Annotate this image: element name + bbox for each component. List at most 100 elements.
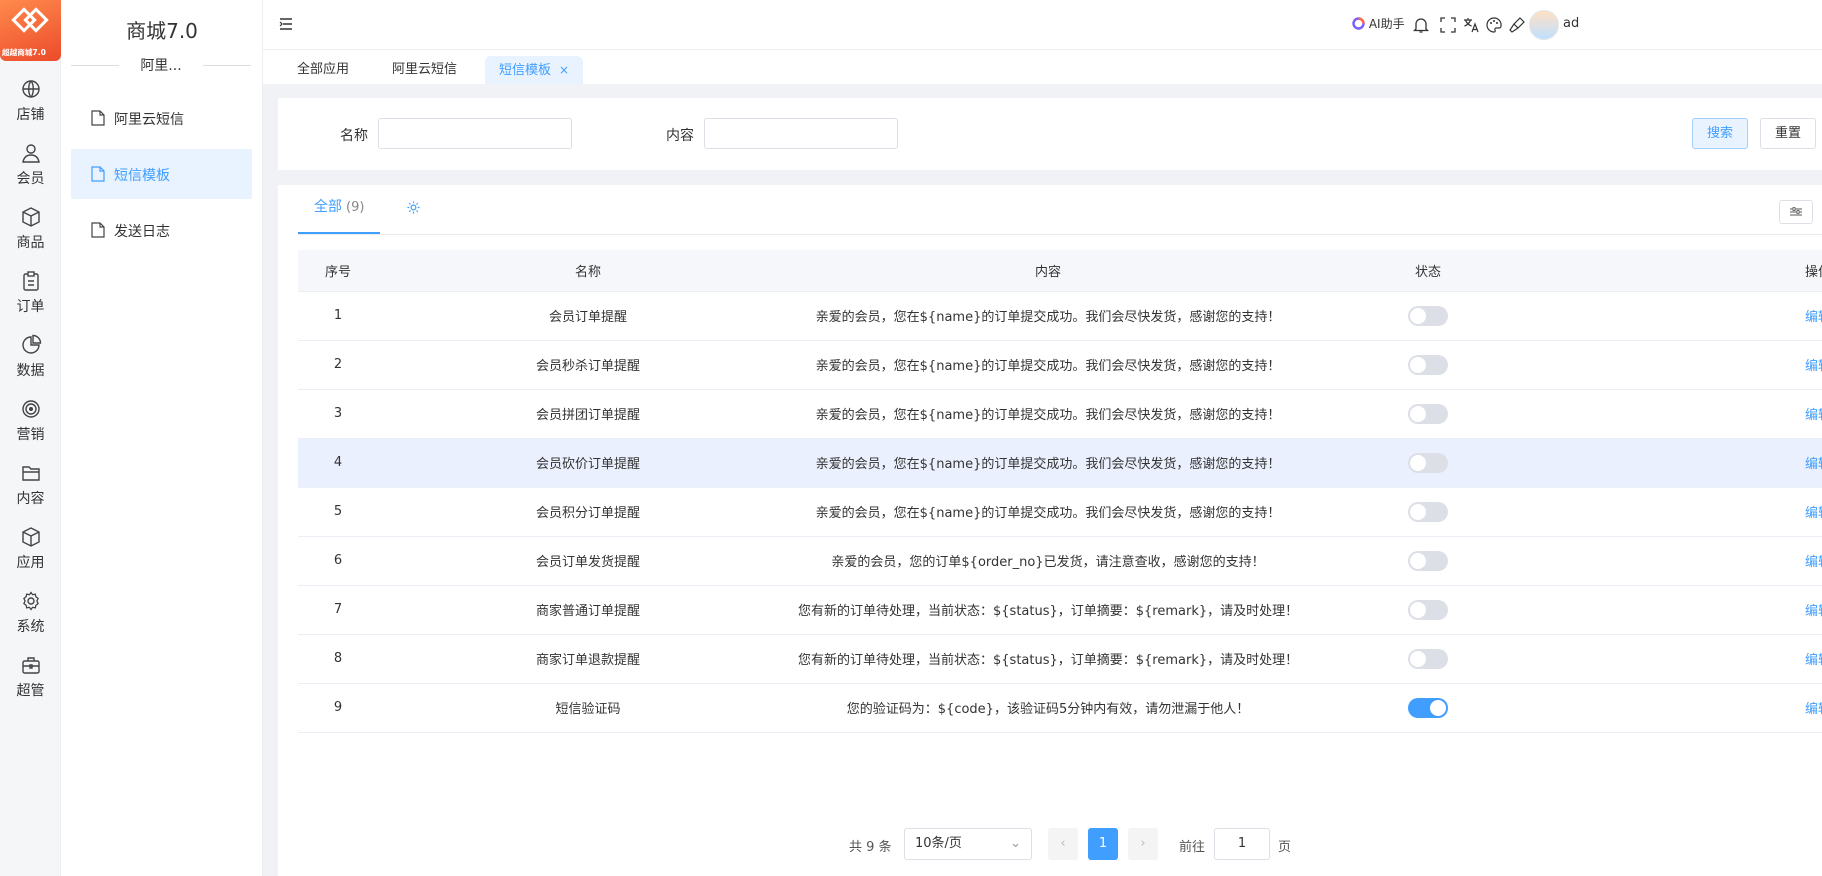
table-row[interactable]: 2 会员秒杀订单提醒 亲爱的会员，您在${name}的订单提交成功。我们会尽快发货，…: [298, 340, 1822, 390]
tab-sms-template[interactable]: 短信模板 ×: [485, 56, 584, 84]
tab-aliyun-sms[interactable]: 阿里云短信: [378, 56, 471, 84]
col-header-actions: 操作: [1558, 250, 1822, 292]
icon-rail: 超越商城7.0 店铺 会员商品订单 数据 营销内容应用系统超管: [0, 0, 61, 876]
status-toggle[interactable]: [1408, 305, 1448, 326]
table-row[interactable]: 7 商家普通订单提醒 您有新的订单待处理，当前状态：${status}，订单摘要：$…: [298, 585, 1822, 635]
template-list-card: 全部 (9) 序号 名称 内容 状态 操 1 会员订单提醒 亲爱的会员，您在${…: [278, 185, 1822, 876]
cell-status: [1298, 536, 1558, 586]
sliders-icon: [1790, 207, 1802, 216]
rail-item-1[interactable]: 店铺: [0, 78, 61, 138]
cell-name: 会员秒杀订单提醒: [378, 340, 798, 390]
table-row[interactable]: 5 会员积分订单提醒 亲爱的会员，您在${name}的订单提交成功。我们会尽快发货，…: [298, 487, 1822, 537]
rail-item-2[interactable]: 会员: [0, 142, 61, 202]
name-filter-input[interactable]: [378, 118, 572, 149]
status-toggle[interactable]: [1408, 697, 1448, 718]
translate-icon[interactable]: [1462, 16, 1480, 34]
chevron-down-icon: ⌄: [1010, 836, 1021, 851]
cell-name: 会员订单提醒: [378, 291, 798, 341]
search-button[interactable]: 搜索: [1692, 118, 1749, 149]
cell-name: 会员拼团订单提醒: [378, 389, 798, 439]
cell-status: [1298, 487, 1558, 537]
gear-icon: [22, 591, 39, 611]
status-toggle[interactable]: [1408, 403, 1448, 424]
sidebar-item-3[interactable]: 发送日志: [71, 205, 252, 255]
edit-link[interactable]: 编辑: [1805, 457, 1822, 472]
fullscreen-icon[interactable]: [1439, 16, 1457, 34]
page-size-select[interactable]: 10条/页 ⌄: [904, 828, 1032, 860]
rail-item-10[interactable]: 超管: [0, 654, 61, 714]
folder-icon: [21, 466, 40, 481]
prev-page-button[interactable]: ‹: [1048, 828, 1078, 860]
sidebar-item-1[interactable]: 阿里云短信: [71, 93, 252, 143]
content-filter-input[interactable]: [704, 118, 898, 149]
rail-item-8[interactable]: 应用: [0, 526, 61, 586]
status-toggle[interactable]: [1408, 648, 1448, 669]
column-filter-button[interactable]: [1779, 200, 1813, 224]
user-name[interactable]: ad: [1563, 16, 1579, 31]
pagination: 共 9 条 10条/页 ⌄ ‹ 1 › 前往 1 页: [278, 828, 1822, 860]
table-row[interactable]: 6 会员订单发货提醒 亲爱的会员，您的订单${order_no}已发货，请注意查收，…: [298, 536, 1822, 586]
search-panel: 名称 内容 搜索 重置: [278, 98, 1822, 170]
goto-page-input[interactable]: 1: [1214, 828, 1270, 860]
sidebar-item-2[interactable]: 短信模板: [71, 149, 252, 199]
status-toggle[interactable]: [1408, 501, 1448, 522]
rail-item-6[interactable]: 营销: [0, 398, 61, 458]
cell-content: 亲爱的会员，您在${name}的订单提交成功。我们会尽快发货，感谢您的支持！: [798, 291, 1298, 341]
pie-chart-icon: [21, 334, 41, 354]
rail-item-label: 商品: [16, 235, 45, 251]
sidebar-group-header: 阿里...: [71, 55, 251, 77]
edit-link[interactable]: 编辑: [1805, 506, 1822, 521]
edit-link[interactable]: 编辑: [1805, 604, 1822, 619]
tab-settings-gear-icon[interactable]: [406, 200, 421, 215]
edit-link[interactable]: 编辑: [1805, 359, 1822, 374]
clipboard-icon: [22, 271, 39, 291]
col-header-status: 状态: [1298, 250, 1558, 292]
cell-no: 3: [298, 389, 378, 439]
rail-item-label: 内容: [16, 491, 45, 507]
user-avatar[interactable]: [1529, 10, 1559, 40]
cell-actions: 编辑测试: [1558, 585, 1822, 635]
document-icon: [91, 110, 105, 126]
table-row[interactable]: 9 短信验证码 您的验证码为：${code}，该验证码5分钟内有效，请勿泄漏于他人！…: [298, 683, 1822, 733]
cell-actions: 编辑测试: [1558, 536, 1822, 586]
rail-item-4[interactable]: 订单: [0, 270, 61, 330]
cell-content: 亲爱的会员，您在${name}的订单提交成功。我们会尽快发货，感谢您的支持！: [798, 438, 1298, 488]
status-toggle[interactable]: [1408, 354, 1448, 375]
cell-status: [1298, 683, 1558, 733]
table-row[interactable]: 3 会员拼团订单提醒 亲爱的会员，您在${name}的订单提交成功。我们会尽快发货，…: [298, 389, 1822, 439]
rail-item-3[interactable]: 商品: [0, 206, 61, 266]
tab-label: 短信模板: [499, 63, 552, 78]
reset-button[interactable]: 重置: [1760, 118, 1817, 149]
brand-logo[interactable]: 超越商城7.0: [0, 0, 61, 61]
cell-no: 9: [298, 683, 378, 733]
rail-item-9[interactable]: 系统: [0, 590, 61, 650]
cell-content: 您有新的订单待处理，当前状态：${status}，订单摘要：${remark}，…: [798, 585, 1298, 635]
cell-no: 6: [298, 536, 378, 586]
next-page-button[interactable]: ›: [1128, 828, 1158, 860]
table-row[interactable]: 4 会员砍价订单提醒 亲爱的会员，您在${name}的订单提交成功。我们会尽快发货，…: [298, 438, 1822, 488]
edit-link[interactable]: 编辑: [1805, 310, 1822, 325]
name-filter-label: 名称: [340, 128, 368, 144]
rail-item-label: 系统: [16, 619, 45, 635]
theme-palette-icon[interactable]: [1485, 16, 1503, 34]
edit-link[interactable]: 编辑: [1805, 555, 1822, 570]
pagination-total: 共 9 条: [849, 840, 892, 855]
tab-close-icon[interactable]: ×: [559, 63, 569, 77]
table-row[interactable]: 8 商家订单退款提醒 您有新的订单待处理，当前状态：${status}，订单摘要：$…: [298, 634, 1822, 684]
tab-all-apps[interactable]: 全部应用: [283, 56, 363, 84]
edit-link[interactable]: 编辑: [1805, 653, 1822, 668]
tab-all[interactable]: 全部 (9): [298, 185, 381, 234]
page-button-current[interactable]: 1: [1088, 828, 1118, 860]
edit-link[interactable]: 编辑: [1805, 408, 1822, 423]
menu-toggle-icon[interactable]: [279, 17, 293, 31]
edit-link[interactable]: 编辑: [1805, 702, 1822, 717]
status-toggle[interactable]: [1408, 599, 1448, 620]
status-toggle[interactable]: [1408, 550, 1448, 571]
ai-assistant-button[interactable]: AI助手: [1352, 15, 1405, 35]
rail-item-5[interactable]: 数据: [0, 334, 61, 394]
table-row[interactable]: 1 会员订单提醒 亲爱的会员，您在${name}的订单提交成功。我们会尽快发货，感谢…: [298, 291, 1822, 341]
rail-item-7[interactable]: 内容: [0, 462, 61, 522]
clear-cache-icon[interactable]: [1508, 16, 1526, 34]
status-toggle[interactable]: [1408, 452, 1448, 473]
bell-icon[interactable]: [1412, 16, 1430, 34]
